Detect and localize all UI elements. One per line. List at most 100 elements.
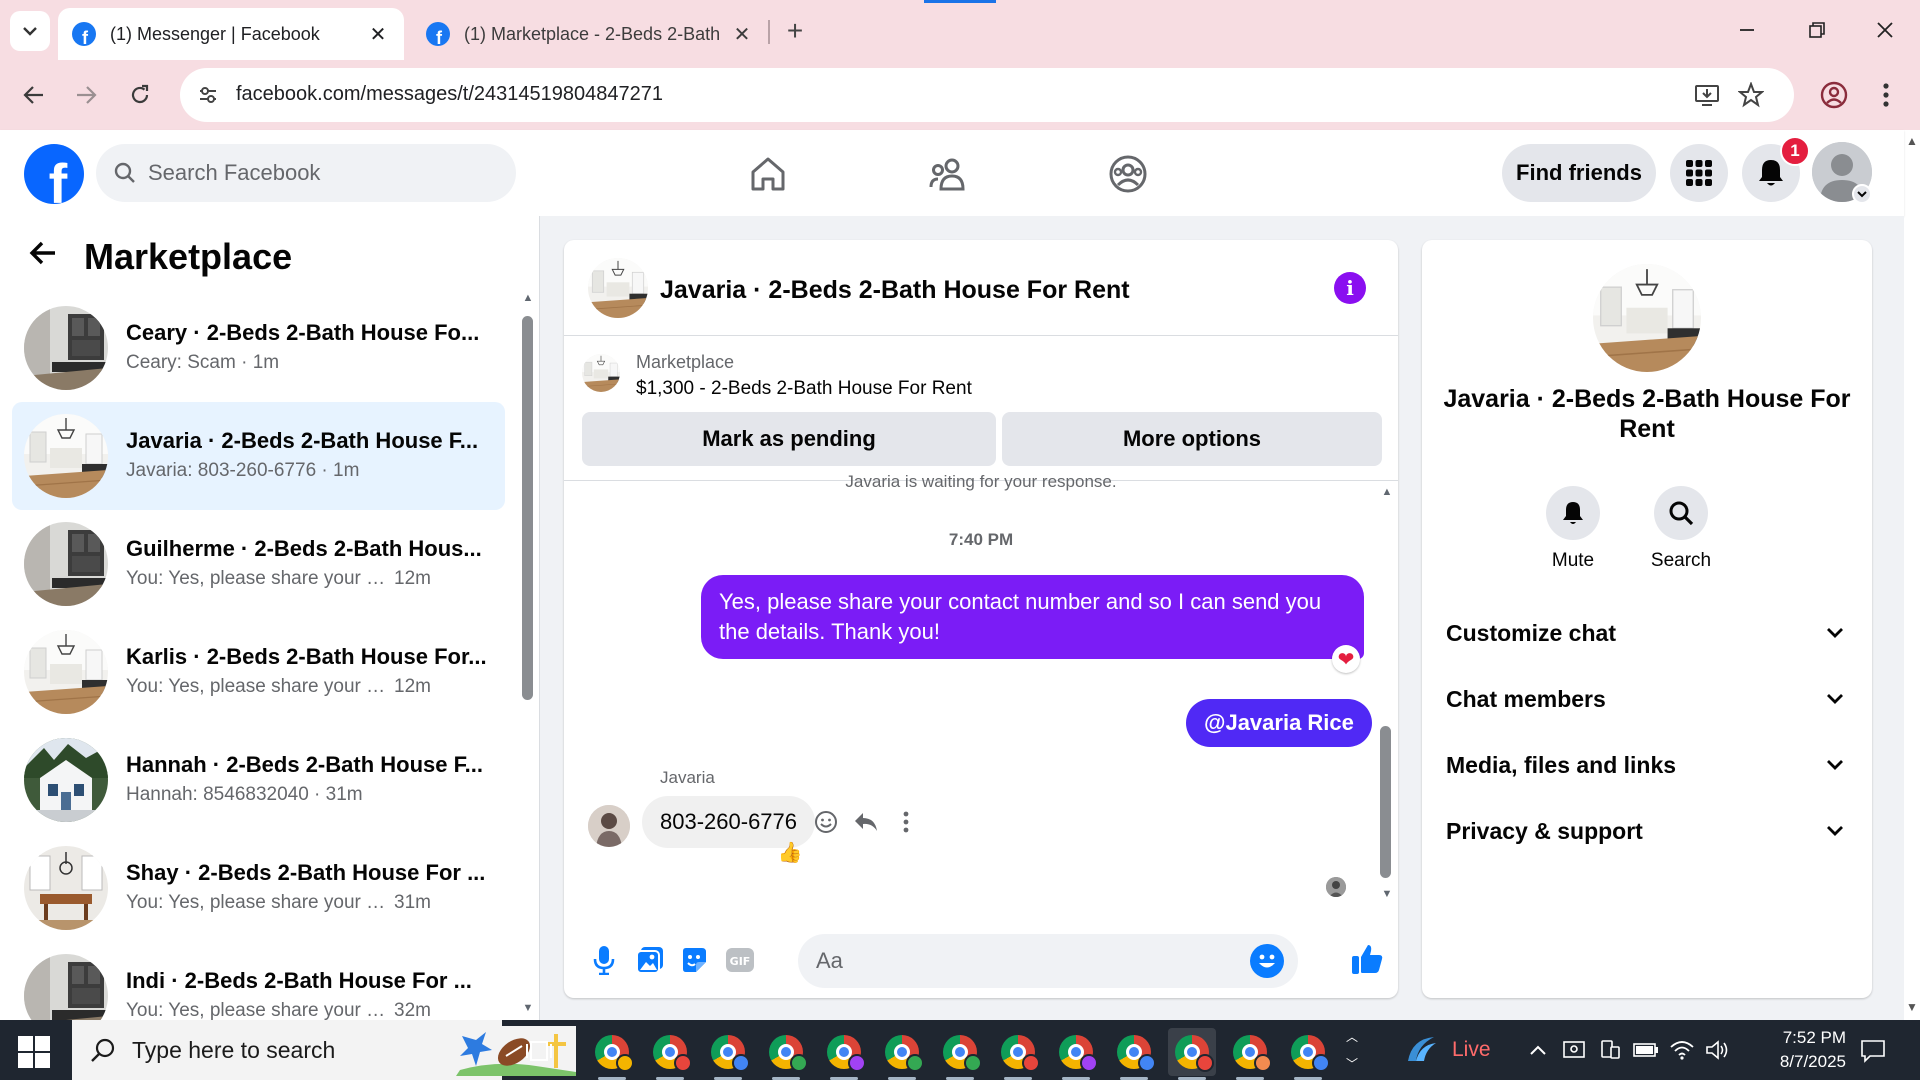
profile-button[interactable] bbox=[1814, 75, 1854, 115]
facebook-logo-icon[interactable]: f bbox=[24, 144, 84, 204]
conversation-scrollbar[interactable] bbox=[1380, 726, 1391, 878]
chat-list-item[interactable]: Karlis · 2-Beds 2-Bath House For... You: … bbox=[12, 618, 505, 726]
conversation-title[interactable]: Javaria · 2-Beds 2-Bath House For Rent bbox=[660, 276, 1130, 305]
chrome-taskbar-icon[interactable] bbox=[1110, 1028, 1158, 1080]
mute-button[interactable] bbox=[1546, 486, 1600, 540]
reload-button[interactable] bbox=[120, 75, 160, 115]
conversation-avatar[interactable] bbox=[588, 258, 648, 318]
search-action[interactable]: Search bbox=[1636, 486, 1726, 572]
close-window-button[interactable] bbox=[1862, 10, 1908, 50]
info-avatar[interactable] bbox=[1593, 264, 1701, 372]
url-text[interactable]: facebook.com/messages/t/2431451980484727… bbox=[236, 83, 663, 106]
chrome-taskbar-icon[interactable] bbox=[588, 1028, 636, 1080]
chrome-taskbar-icon[interactable] bbox=[1168, 1028, 1216, 1080]
mark-as-pending-button[interactable]: Mark as pending bbox=[582, 412, 996, 466]
info-icon[interactable]: i bbox=[1334, 272, 1366, 304]
scroll-down-arrow[interactable]: ▼ bbox=[521, 1002, 535, 1016]
chrome-taskbar-icon[interactable] bbox=[1284, 1028, 1332, 1080]
chrome-taskbar-icon[interactable] bbox=[1226, 1028, 1274, 1080]
thumbs-up-send-icon[interactable] bbox=[1348, 940, 1386, 978]
menu-button[interactable] bbox=[1670, 144, 1728, 202]
more-vertical-icon[interactable] bbox=[890, 806, 922, 838]
section-customize-chat[interactable]: Customize chat bbox=[1432, 604, 1862, 662]
browser-tab-messenger[interactable]: f (1) Messenger | Facebook ✕ bbox=[58, 8, 404, 60]
windows-start-button[interactable] bbox=[14, 1034, 54, 1068]
install-app-icon[interactable] bbox=[1692, 80, 1722, 110]
bookmark-star-icon[interactable] bbox=[1736, 80, 1766, 110]
device-sync-icon[interactable] bbox=[1596, 1036, 1624, 1064]
chat-list-item[interactable]: Javaria · 2-Beds 2-Bath House F... Javari… bbox=[12, 402, 505, 510]
react-smiley-icon[interactable] bbox=[810, 806, 842, 838]
restore-button[interactable] bbox=[1794, 10, 1840, 50]
browser-tab-marketplace[interactable]: f (1) Marketplace - 2-Beds 2-Bath ✕ bbox=[412, 8, 768, 60]
chrome-taskbar-icon[interactable] bbox=[936, 1028, 984, 1080]
listing-price-title[interactable]: $1,300 - 2-Beds 2-Bath House For Rent bbox=[636, 378, 972, 400]
chrome-taskbar-icon[interactable] bbox=[762, 1028, 810, 1080]
address-bar[interactable]: facebook.com/messages/t/2431451980484727… bbox=[180, 68, 1794, 122]
sticker-icon[interactable] bbox=[676, 942, 712, 978]
nav-groups[interactable] bbox=[1098, 146, 1158, 202]
chrome-taskbar-icon[interactable] bbox=[1052, 1028, 1100, 1080]
new-tab-button[interactable]: + bbox=[778, 14, 812, 48]
section-chat-members[interactable]: Chat members bbox=[1432, 670, 1862, 728]
nav-friends[interactable] bbox=[918, 146, 978, 202]
minimize-button[interactable] bbox=[1724, 10, 1770, 50]
emoji-icon[interactable] bbox=[1250, 944, 1284, 978]
thumbs-up-reaction-icon[interactable]: 👍 bbox=[776, 838, 804, 866]
reply-icon[interactable] bbox=[850, 806, 882, 838]
wifi-icon[interactable] bbox=[1668, 1036, 1696, 1064]
facebook-search[interactable] bbox=[96, 144, 516, 202]
close-icon[interactable]: ✕ bbox=[366, 22, 390, 47]
chat-list-item[interactable]: Ceary · 2-Beds 2-Bath House Fo... Ceary: … bbox=[12, 294, 505, 402]
search-button[interactable] bbox=[1654, 486, 1708, 540]
taskbar-overflow-arrows[interactable]: ︿ ﹀ bbox=[1342, 1028, 1362, 1072]
section-media-files-links[interactable]: Media, files and links bbox=[1432, 736, 1862, 794]
chrome-taskbar-icon[interactable] bbox=[646, 1028, 694, 1080]
find-friends-button[interactable]: Find friends bbox=[1502, 144, 1656, 202]
browser-menu-button[interactable] bbox=[1866, 75, 1906, 115]
battery-icon[interactable] bbox=[1632, 1036, 1660, 1064]
sender-avatar[interactable] bbox=[588, 805, 630, 847]
scroll-up-arrow[interactable]: ▲ bbox=[521, 292, 535, 306]
scroll-up-arrow[interactable]: ▲ bbox=[1380, 486, 1394, 500]
meet-now-icon[interactable] bbox=[1560, 1036, 1588, 1064]
forward-button[interactable] bbox=[66, 75, 106, 115]
chevron-down-icon[interactable] bbox=[1852, 184, 1872, 204]
heart-reaction-icon[interactable]: ❤ bbox=[1332, 645, 1360, 673]
chat-list-item[interactable]: Guilherme · 2-Beds 2-Bath Hous... You: Ye… bbox=[12, 510, 505, 618]
taskbar-search-input[interactable] bbox=[132, 1036, 372, 1064]
chat-list-scrollbar[interactable] bbox=[522, 316, 533, 700]
listing-thumbnail[interactable] bbox=[582, 354, 620, 392]
tab-search-button[interactable] bbox=[10, 11, 50, 51]
outgoing-message[interactable]: Yes, please share your contact number an… bbox=[701, 575, 1364, 659]
notification-center-icon[interactable] bbox=[1856, 1034, 1890, 1068]
section-privacy-support[interactable]: Privacy & support bbox=[1432, 802, 1862, 860]
news-live-widget[interactable]: Live bbox=[1404, 1032, 1491, 1068]
more-options-button[interactable]: More options bbox=[1002, 412, 1382, 466]
back-button[interactable] bbox=[14, 75, 54, 115]
photo-icon[interactable] bbox=[632, 942, 668, 978]
scroll-down-arrow[interactable]: ▼ bbox=[1380, 888, 1394, 902]
mute-action[interactable]: Mute bbox=[1528, 486, 1618, 572]
chrome-taskbar-icon[interactable] bbox=[704, 1028, 752, 1080]
site-settings-icon[interactable] bbox=[194, 81, 222, 109]
page-scroll-down-arrow[interactable]: ▼ bbox=[1904, 1000, 1920, 1016]
show-hidden-icons-chevron-icon[interactable] bbox=[1524, 1036, 1552, 1064]
message-input[interactable] bbox=[816, 948, 1216, 974]
close-icon[interactable]: ✕ bbox=[730, 22, 754, 47]
system-clock[interactable]: 7:52 PM 8/7/2025 bbox=[1746, 1026, 1846, 1074]
page-scroll-up-arrow[interactable]: ▲ bbox=[1904, 134, 1920, 150]
microphone-icon[interactable] bbox=[586, 942, 622, 978]
facebook-search-input[interactable] bbox=[148, 160, 488, 186]
chat-list-item[interactable]: Shay · 2-Beds 2-Bath House For ... You: Y… bbox=[12, 834, 505, 942]
taskbar-search[interactable] bbox=[72, 1020, 576, 1080]
gif-icon[interactable]: GIF bbox=[722, 942, 758, 978]
back-button[interactable] bbox=[28, 238, 58, 276]
nav-home[interactable] bbox=[738, 146, 798, 202]
task-view-icon[interactable] bbox=[522, 1034, 556, 1068]
chrome-taskbar-icon[interactable] bbox=[878, 1028, 926, 1080]
outgoing-message-mention[interactable]: @Javaria Rice bbox=[1186, 699, 1372, 747]
chrome-taskbar-icon[interactable] bbox=[994, 1028, 1042, 1080]
chrome-taskbar-icon[interactable] bbox=[820, 1028, 868, 1080]
volume-icon[interactable] bbox=[1704, 1036, 1732, 1064]
